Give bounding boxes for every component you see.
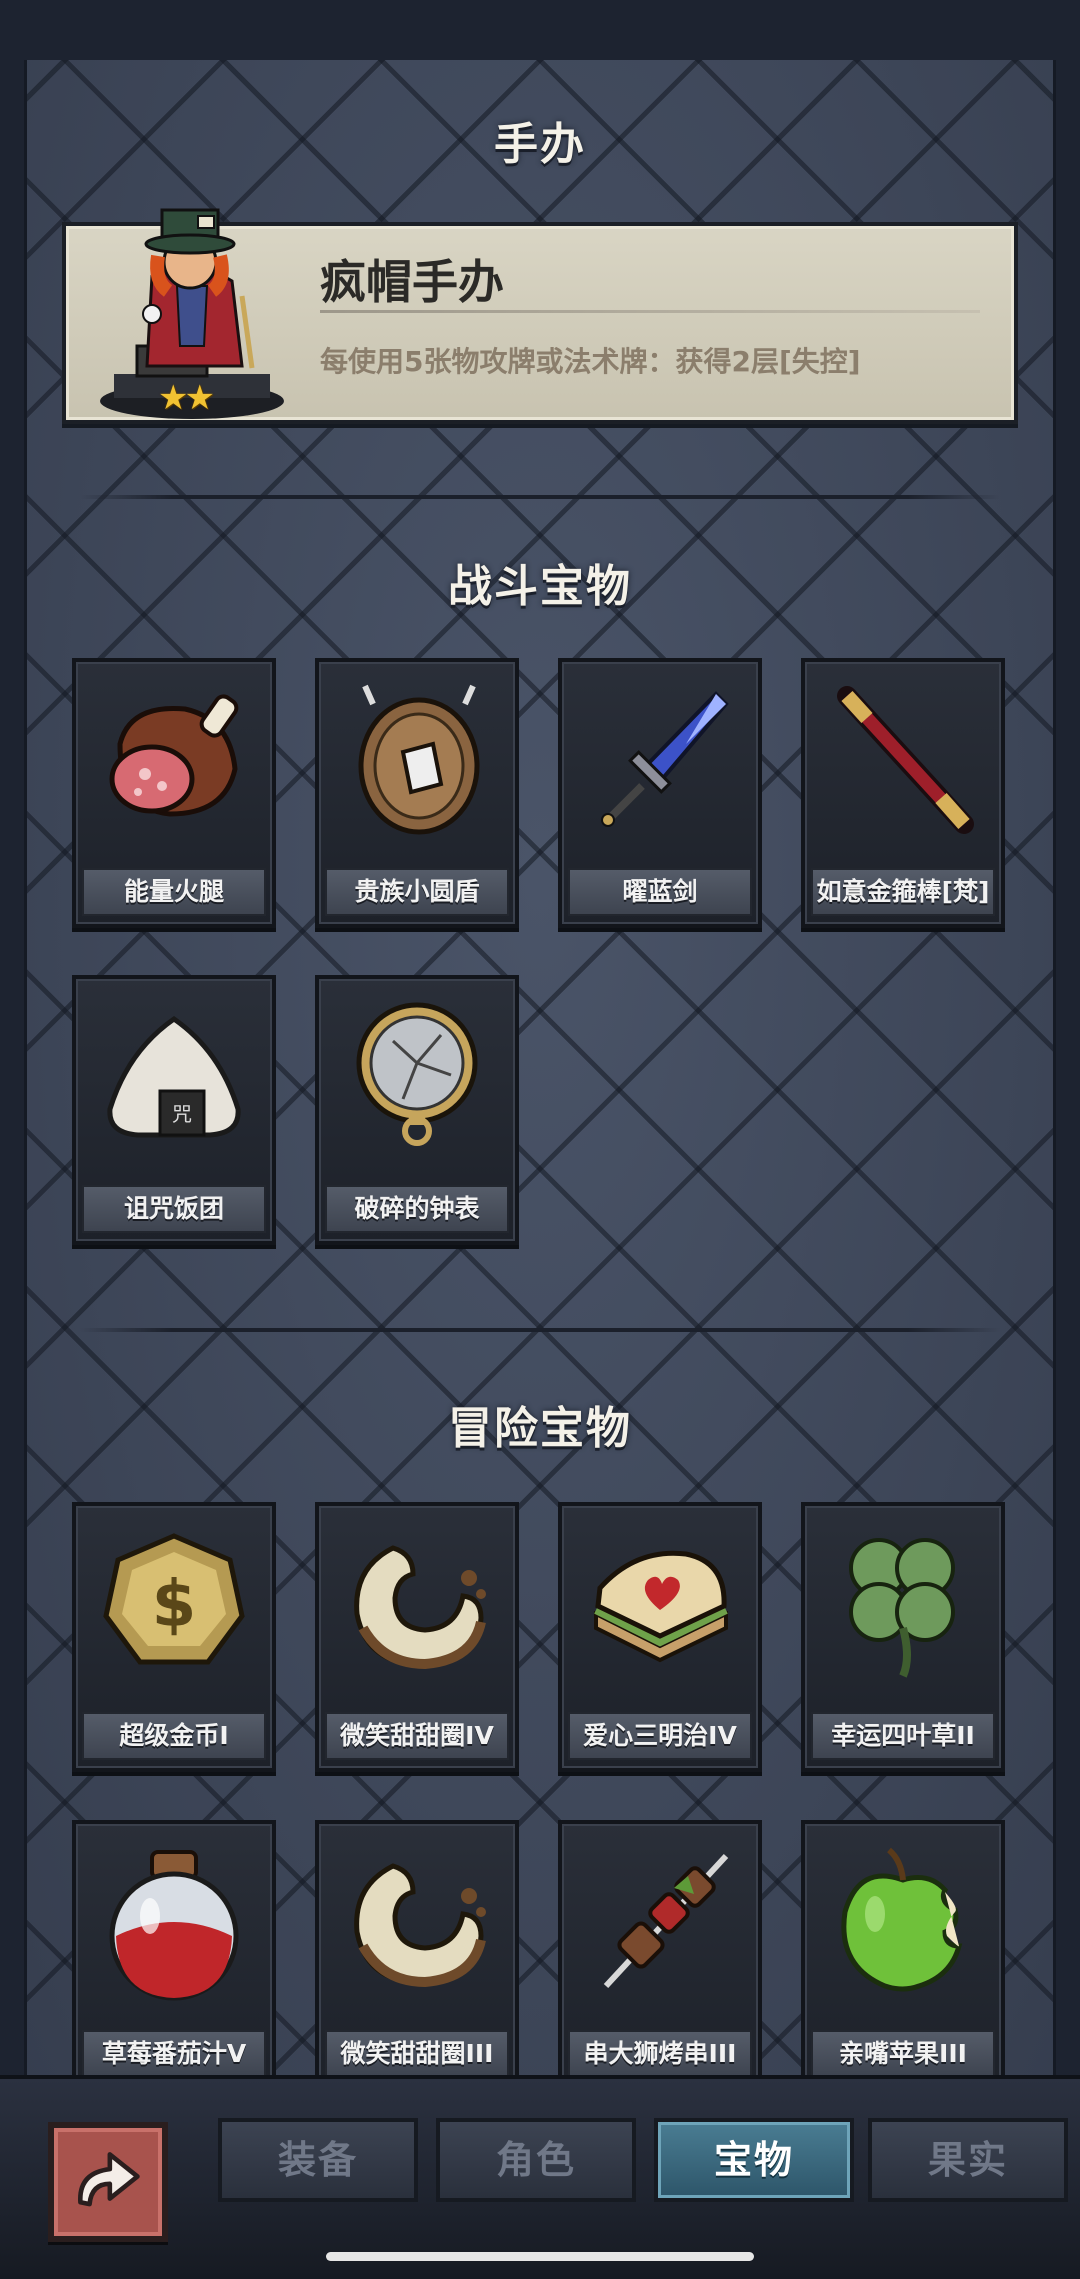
treasure-card[interactable]: 咒 诅咒饭团 <box>72 975 276 1245</box>
kebab-icon <box>603 1853 729 1989</box>
featured-divider <box>320 310 980 313</box>
svg-text:咒: 咒 <box>172 1102 192 1126</box>
treasure-card[interactable]: 草莓番茄汁V <box>72 1820 276 2090</box>
treasure-label: 诅咒饭团 <box>82 1185 266 1233</box>
adventure-section-title: 冒险宝物 <box>448 1403 632 1454</box>
home-indicator[interactable] <box>326 2252 754 2261</box>
treasure-card[interactable]: 贵族小圆盾 <box>315 658 519 928</box>
treasure-card[interactable]: 微笑甜甜圈III <box>315 1820 519 2090</box>
treasure-label: 破碎的钟表 <box>325 1185 509 1233</box>
treasure-card[interactable]: 幸运四叶草II <box>801 1502 1005 1772</box>
treasure-card[interactable]: 曜蓝剑 <box>558 658 762 928</box>
juice-flask-icon <box>109 1850 239 2001</box>
treasure-label: 贵族小圆盾 <box>325 868 509 916</box>
ham-icon <box>109 694 239 817</box>
donut-icon <box>354 1545 486 1670</box>
broken-pocket-watch-icon <box>356 1002 478 1146</box>
svg-text:$: $ <box>152 1568 197 1642</box>
treasure-card[interactable]: 亲嘴苹果III <box>801 1820 1005 2090</box>
treasure-label: 如意金箍棒[梵] <box>811 868 995 916</box>
featured-figurine-card[interactable]: ★★ 疯帽手办 每使用5张物攻牌或法术牌：获得2层[失控] <box>62 208 1018 424</box>
treasure-label: 能量火腿 <box>82 868 266 916</box>
golden-staff-icon <box>837 686 974 834</box>
featured-name: 疯帽手办 <box>320 255 504 309</box>
round-shield-icon <box>358 684 480 835</box>
treasure-card[interactable]: 如意金箍棒[梵] <box>801 658 1005 928</box>
featured-description: 每使用5张物攻牌或法术牌：获得2层[失控] <box>320 345 861 378</box>
combat-section-title: 战斗宝物 <box>448 561 632 612</box>
four-leaf-clover-icon <box>849 1538 955 1678</box>
treasure-label: 亲嘴苹果III <box>811 2030 995 2078</box>
treasure-card[interactable]: $ 超级金币I <box>72 1502 276 1772</box>
back-button[interactable] <box>48 2122 168 2242</box>
page-title: 手办 <box>494 119 586 170</box>
treasure-card[interactable]: 串大狮烤串III <box>558 1820 762 2090</box>
treasure-label: 微笑甜甜圈III <box>325 2030 509 2078</box>
bitten-apple-icon <box>841 1847 963 1992</box>
treasure-card[interactable]: 能量火腿 <box>72 658 276 928</box>
section-divider <box>80 1328 1000 1332</box>
treasure-card[interactable]: 爱心三明治IV <box>558 1502 762 1772</box>
tab-treasure[interactable]: 宝物 <box>654 2118 854 2202</box>
treasure-card[interactable]: 微笑甜甜圈IV <box>315 1502 519 1772</box>
treasure-label: 串大狮烤串III <box>568 2030 752 2078</box>
tab-character[interactable]: 角色 <box>436 2118 636 2202</box>
tab-fruit[interactable]: 果实 <box>868 2118 1068 2202</box>
treasure-label: 幸运四叶草II <box>811 1712 995 1760</box>
heart-sandwich-icon <box>594 1550 728 1663</box>
treasure-label: 微笑甜甜圈IV <box>325 1712 509 1760</box>
section-divider <box>80 495 1000 499</box>
tab-equipment[interactable]: 装备 <box>218 2118 418 2202</box>
treasure-label: 爱心三明治IV <box>568 1712 752 1760</box>
treasure-label: 草莓番茄汁V <box>82 2030 266 2078</box>
donut-icon <box>354 1863 486 1988</box>
blue-sword-icon <box>601 691 729 827</box>
treasure-label: 曜蓝剑 <box>568 868 752 916</box>
treasure-label: 超级金币I <box>82 1712 266 1760</box>
rice-ball-icon: 咒 <box>107 1015 241 1138</box>
star-rating: ★★ <box>158 378 215 418</box>
treasure-card[interactable]: 破碎的钟表 <box>315 975 519 1245</box>
back-arrow-icon <box>78 2152 140 2207</box>
gold-coin-icon: $ <box>103 1533 245 1665</box>
